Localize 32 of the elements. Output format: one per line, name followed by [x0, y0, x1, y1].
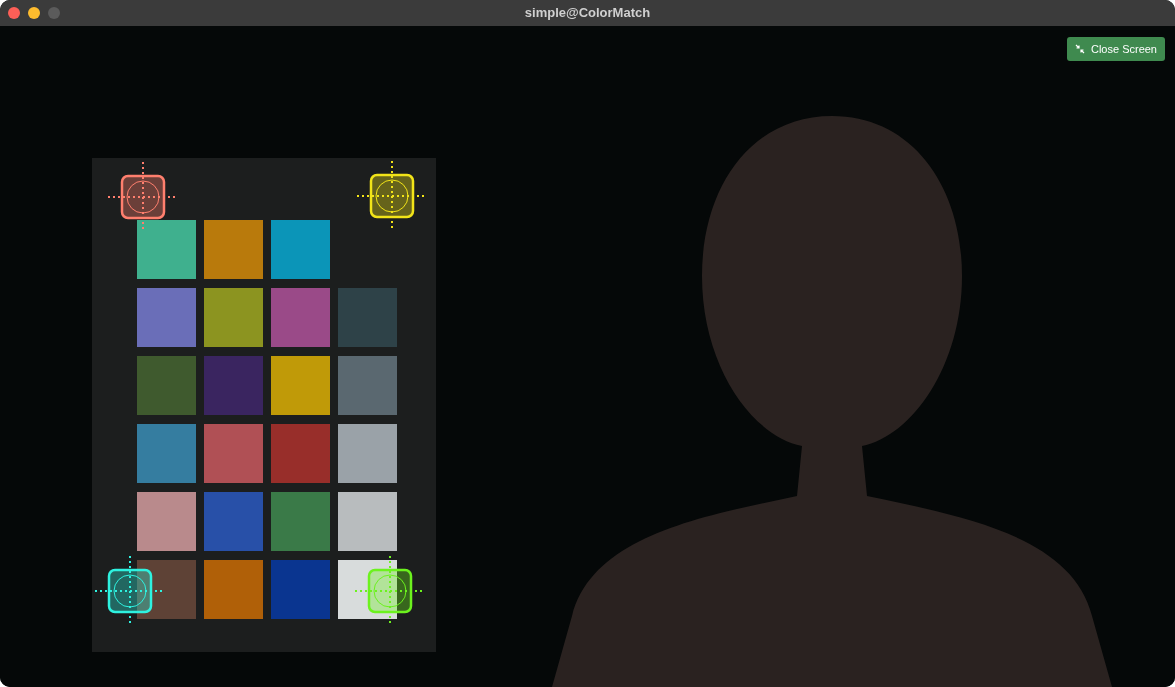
- color-swatch: [137, 424, 196, 483]
- color-swatch: [137, 356, 196, 415]
- window-title: simple@ColorMatch: [524, 4, 651, 23]
- color-swatch: [338, 424, 397, 483]
- color-swatch: [338, 560, 397, 619]
- color-swatch: [137, 220, 196, 279]
- color-swatch: [204, 220, 263, 279]
- color-swatch: [137, 288, 196, 347]
- crosshair-marker-icon[interactable]: [95, 556, 165, 626]
- shrink-arrows-icon: [1074, 44, 1085, 54]
- crosshair-marker-icon[interactable]: [108, 162, 178, 232]
- color-swatch: [271, 288, 330, 347]
- color-swatch: [338, 492, 397, 551]
- color-swatch: [137, 560, 196, 619]
- color-swatch: [204, 492, 263, 551]
- color-swatch: [204, 356, 263, 415]
- color-swatch: [271, 220, 330, 279]
- color-swatch: [204, 560, 263, 619]
- color-swatch: [204, 424, 263, 483]
- color-swatch: [338, 356, 397, 415]
- color-swatch: [338, 288, 397, 347]
- close-screen-button[interactable]: Close Screen: [1066, 37, 1165, 61]
- color-swatch: [137, 492, 196, 551]
- color-swatch: [271, 560, 330, 619]
- crosshair-marker-icon[interactable]: [355, 556, 425, 626]
- close-window-icon[interactable]: [8, 7, 20, 19]
- color-swatch: [204, 288, 263, 347]
- color-swatch: [271, 356, 330, 415]
- crosshair-marker-icon[interactable]: [357, 161, 427, 231]
- color-swatch: [271, 424, 330, 483]
- color-swatch: [271, 492, 330, 551]
- minimize-window-icon[interactable]: [28, 7, 40, 19]
